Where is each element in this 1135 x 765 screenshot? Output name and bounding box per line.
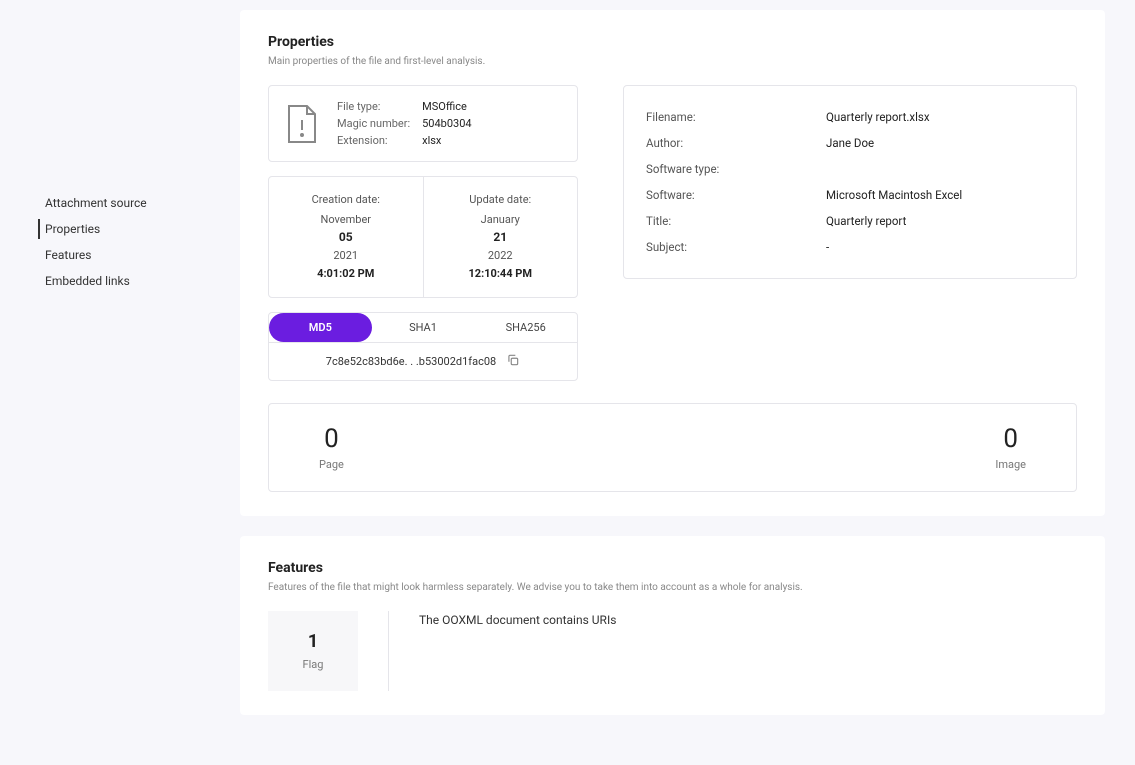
update-month: January xyxy=(434,211,568,229)
filename-value: Quarterly report.xlsx xyxy=(826,110,930,124)
title-label: Title: xyxy=(646,214,826,228)
hash-tab-sha1[interactable]: SHA1 xyxy=(372,313,475,342)
stat-image-label: Image xyxy=(995,458,1026,471)
update-label: Update date: xyxy=(434,191,568,209)
properties-card: Properties Main properties of the file a… xyxy=(240,10,1105,516)
file-alert-icon xyxy=(285,104,319,144)
sidebar-item-properties[interactable]: Properties xyxy=(0,216,220,242)
subject-label: Subject: xyxy=(646,240,826,254)
sidebar-item-attachment-source[interactable]: Attachment source xyxy=(0,190,220,216)
creation-time: 4:01:02 PM xyxy=(279,265,413,283)
stat-page-number: 0 xyxy=(319,424,344,454)
creation-label: Creation date: xyxy=(279,191,413,209)
hash-box: MD5 SHA1 SHA256 7c8e52c83bd6e. . .b53002… xyxy=(268,312,578,381)
copy-icon[interactable] xyxy=(506,353,520,370)
sidebar-item-embedded-links[interactable]: Embedded links xyxy=(0,268,220,294)
creation-year: 2021 xyxy=(279,247,413,265)
main-content: Properties Main properties of the file a… xyxy=(220,0,1135,765)
hash-tab-md5[interactable]: MD5 xyxy=(269,313,372,342)
flag-label: Flag xyxy=(303,658,324,671)
flag-box: 1 Flag xyxy=(268,611,358,691)
magic-label: Magic number: xyxy=(337,117,410,130)
sidebar-item-features[interactable]: Features xyxy=(0,242,220,268)
filetype-box: File type: MSOffice Magic number: 504b03… xyxy=(268,85,578,162)
feature-item: The OOXML document contains URIs xyxy=(419,611,616,691)
properties-subtitle: Main properties of the file and first-le… xyxy=(268,56,1077,67)
update-day: 21 xyxy=(434,228,568,247)
update-date: Update date: January 21 2022 12:10:44 PM xyxy=(423,177,578,297)
sidebar: Attachment source Properties Features Em… xyxy=(0,0,220,765)
ext-label: Extension: xyxy=(337,134,410,147)
hash-tab-sha256[interactable]: SHA256 xyxy=(474,313,577,342)
swtype-label: Software type: xyxy=(646,162,826,176)
stat-page: 0 Page xyxy=(319,424,344,471)
filename-label: Filename: xyxy=(646,110,826,124)
dates-box: Creation date: November 05 2021 4:01:02 … xyxy=(268,176,578,298)
stat-image-number: 0 xyxy=(995,424,1026,454)
properties-title: Properties xyxy=(268,34,1077,50)
creation-month: November xyxy=(279,211,413,229)
stats-box: 0 Page 0 Image xyxy=(268,403,1077,492)
subject-value: - xyxy=(826,240,829,254)
file-type-value: MSOffice xyxy=(422,100,471,113)
title-value: Quarterly report xyxy=(826,214,906,228)
software-value: Microsoft Macintosh Excel xyxy=(826,188,962,202)
update-year: 2022 xyxy=(434,247,568,265)
features-title: Features xyxy=(268,560,1077,576)
magic-value: 504b0304 xyxy=(422,117,471,130)
divider xyxy=(388,611,389,691)
file-type-label: File type: xyxy=(337,100,410,113)
creation-date: Creation date: November 05 2021 4:01:02 … xyxy=(269,177,423,297)
author-label: Author: xyxy=(646,136,826,150)
creation-day: 05 xyxy=(279,228,413,247)
author-value: Jane Doe xyxy=(826,136,874,150)
features-card: Features Features of the file that might… xyxy=(240,536,1105,715)
metadata-box: Filename:Quarterly report.xlsx Author:Ja… xyxy=(623,85,1077,279)
software-label: Software: xyxy=(646,188,826,202)
hash-value: 7c8e52c83bd6e. . .b53002d1fac08 xyxy=(326,355,496,368)
features-subtitle: Features of the file that might look har… xyxy=(268,582,1077,593)
ext-value: xlsx xyxy=(422,134,471,147)
update-time: 12:10:44 PM xyxy=(434,265,568,283)
flag-count: 1 xyxy=(308,631,318,652)
stat-page-label: Page xyxy=(319,458,344,471)
stat-image: 0 Image xyxy=(995,424,1026,471)
